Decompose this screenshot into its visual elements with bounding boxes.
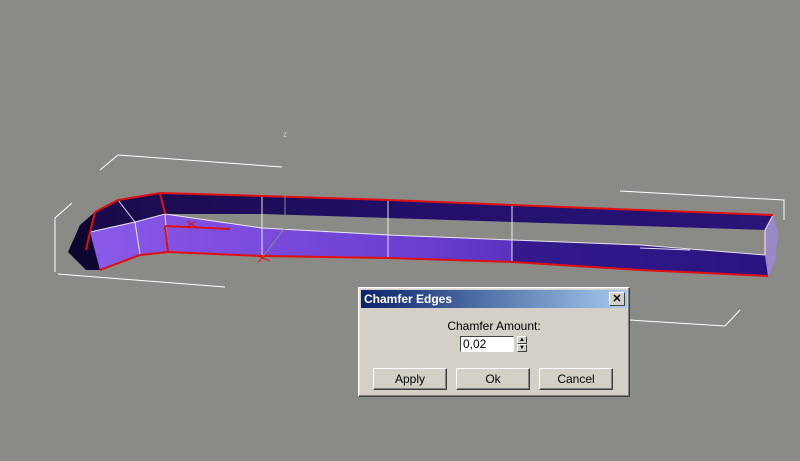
cancel-button[interactable]: Cancel [539,368,613,390]
chamfer-edges-dialog: Chamfer Edges ✕ Chamfer Amount: ▲ ▼ Appl… [358,287,630,397]
z-axis-label: z [283,130,287,139]
mesh-object[interactable] [68,191,778,277]
ok-button[interactable]: Ok [456,368,530,390]
chamfer-amount-input[interactable] [460,336,514,352]
spinner-up-icon[interactable]: ▲ [517,336,527,344]
chamfer-amount-label: Chamfer Amount: [447,319,541,333]
chamfer-amount-spinner: ▲ ▼ [460,336,530,352]
spinner-buttons: ▲ ▼ [517,336,527,352]
spinner-down-icon[interactable]: ▼ [517,344,527,352]
dialog-title: Chamfer Edges [364,292,453,306]
dialog-titlebar[interactable]: Chamfer Edges ✕ [361,290,627,308]
close-icon[interactable]: ✕ [609,292,625,306]
apply-button[interactable]: Apply [373,368,447,390]
